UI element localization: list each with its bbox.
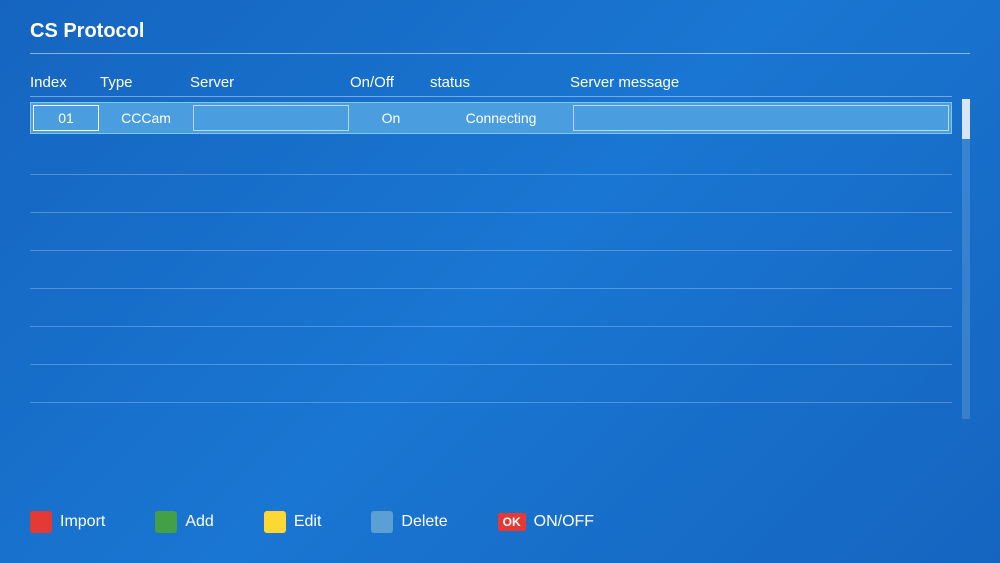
col-message: Server message <box>570 74 952 91</box>
empty-row-3 <box>30 215 952 251</box>
scrollbar[interactable] <box>962 99 970 419</box>
table-section: Index Type Server On/Off status Server m… <box>30 69 952 472</box>
ok-icon: OK <box>498 513 526 531</box>
col-type: Type <box>100 74 190 91</box>
empty-row-4 <box>30 253 952 289</box>
import-button[interactable]: Import <box>30 511 105 533</box>
add-button[interactable]: Add <box>155 511 213 533</box>
page-title: CS Protocol <box>30 20 970 54</box>
empty-rows <box>30 139 952 403</box>
cell-onoff: On <box>351 103 431 133</box>
onoff-label: ON/OFF <box>534 513 594 531</box>
empty-row-1 <box>30 139 952 175</box>
cell-server <box>193 105 349 131</box>
table-row[interactable]: 01 CCCam On Connecting <box>30 102 952 134</box>
cell-message <box>573 105 949 131</box>
empty-row-2 <box>30 177 952 213</box>
bottom-bar: Import Add Edit Delete OK ON/OFF <box>30 511 970 533</box>
import-label: Import <box>60 513 105 531</box>
import-icon <box>30 511 52 533</box>
empty-row-6 <box>30 329 952 365</box>
add-icon <box>155 511 177 533</box>
edit-button[interactable]: Edit <box>264 511 322 533</box>
delete-label: Delete <box>401 513 447 531</box>
cell-index: 01 <box>33 105 99 131</box>
col-server: Server <box>190 74 350 91</box>
col-onoff: On/Off <box>350 74 430 91</box>
content-area: Index Type Server On/Off status Server m… <box>30 69 970 472</box>
scrollbar-thumb <box>962 99 970 139</box>
col-index: Index <box>30 74 100 91</box>
edit-label: Edit <box>294 513 322 531</box>
delete-icon <box>371 511 393 533</box>
empty-row-7 <box>30 367 952 403</box>
onoff-button[interactable]: OK ON/OFF <box>498 513 594 531</box>
delete-button[interactable]: Delete <box>371 511 447 533</box>
col-status: status <box>430 74 570 91</box>
add-label: Add <box>185 513 213 531</box>
empty-row-5 <box>30 291 952 327</box>
main-container: CS Protocol Index Type Server On/Off sta… <box>0 0 1000 563</box>
table-header: Index Type Server On/Off status Server m… <box>30 69 952 97</box>
cell-status: Connecting <box>431 103 571 133</box>
edit-icon <box>264 511 286 533</box>
cell-type: CCCam <box>101 103 191 133</box>
